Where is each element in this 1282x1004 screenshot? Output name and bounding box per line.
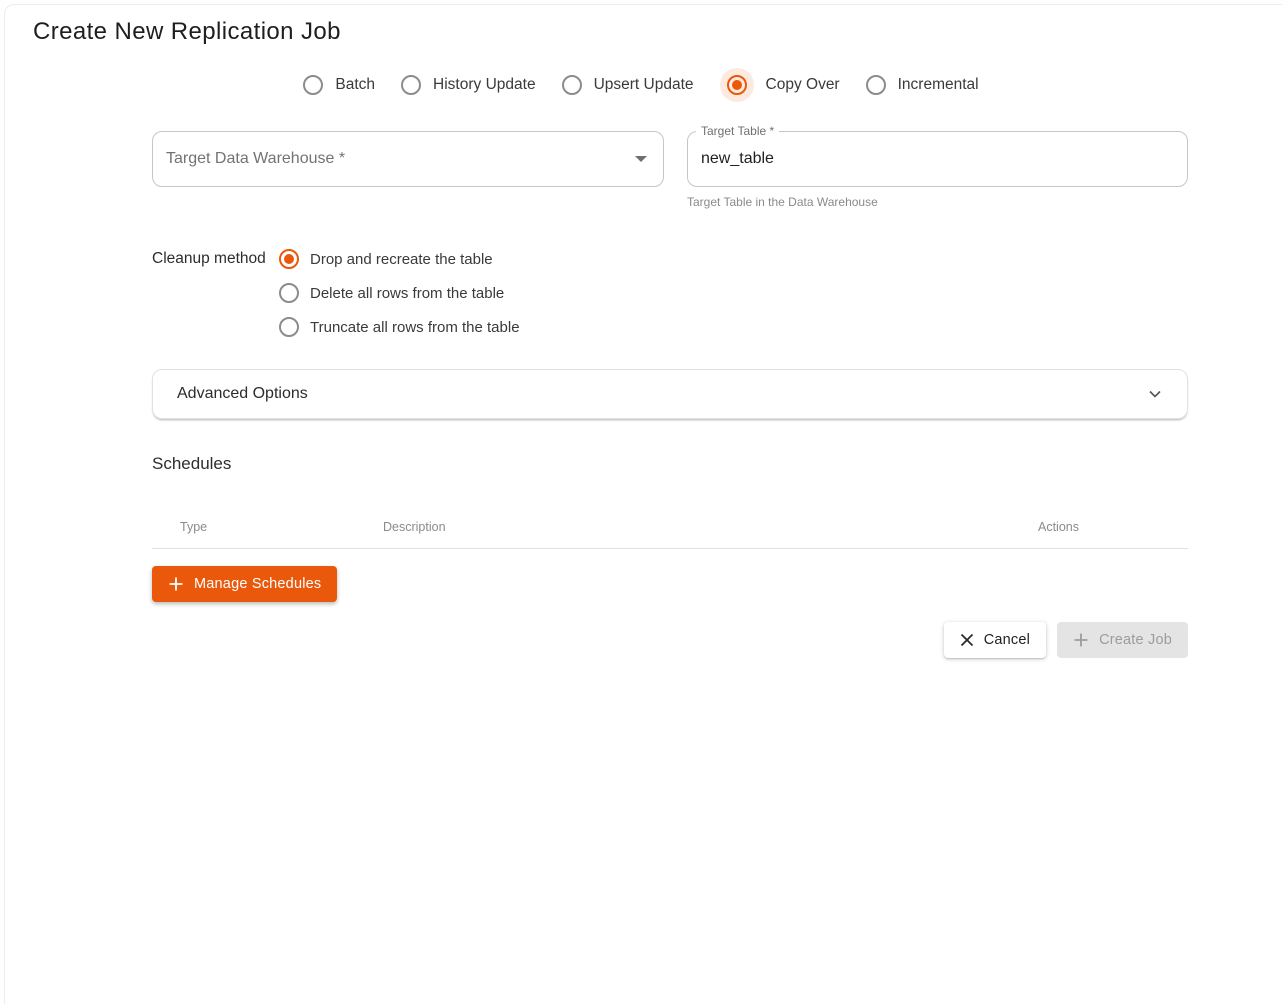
schedules-table: Type Description Actions bbox=[152, 505, 1188, 549]
create-job-label: Create Job bbox=[1099, 632, 1172, 648]
cleanup-method-label: Cleanup method bbox=[152, 249, 279, 337]
radio-icon bbox=[562, 75, 582, 95]
radio-delete-rows[interactable]: Delete all rows from the table bbox=[279, 283, 520, 303]
radio-label: History Update bbox=[433, 76, 536, 94]
cleanup-method-group: Cleanup method Drop and recreate the tab… bbox=[152, 249, 520, 337]
radio-icon bbox=[303, 75, 323, 95]
radio-drop-recreate[interactable]: Drop and recreate the table bbox=[279, 249, 520, 269]
radio-copy-over[interactable]: Copy Over bbox=[720, 68, 840, 102]
radio-label: Drop and recreate the table bbox=[310, 251, 493, 268]
plus-icon bbox=[1073, 632, 1089, 648]
target-table-helper: Target Table in the Data Warehouse bbox=[687, 195, 1188, 209]
manage-schedules-button[interactable]: Manage Schedules bbox=[152, 566, 337, 602]
radio-upsert-update[interactable]: Upsert Update bbox=[562, 75, 694, 95]
select-placeholder: Target Data Warehouse * bbox=[166, 150, 345, 168]
radio-label: Delete all rows from the table bbox=[310, 285, 504, 302]
radio-icon bbox=[279, 249, 299, 269]
column-header-type: Type bbox=[152, 520, 383, 534]
radio-icon bbox=[401, 75, 421, 95]
advanced-options-label: Advanced Options bbox=[177, 385, 308, 403]
chevron-down-icon bbox=[1147, 386, 1163, 402]
radio-icon bbox=[279, 317, 299, 337]
radio-icon bbox=[279, 283, 299, 303]
fields-row: Target Data Warehouse * Target Table * n… bbox=[152, 131, 1188, 209]
radio-incremental[interactable]: Incremental bbox=[866, 75, 979, 95]
target-table-field-wrap: Target Table * new_table Target Table in… bbox=[687, 131, 1188, 209]
advanced-options-accordion[interactable]: Advanced Options bbox=[152, 369, 1188, 419]
cancel-label: Cancel bbox=[984, 632, 1030, 648]
cancel-button[interactable]: Cancel bbox=[944, 622, 1046, 658]
radio-batch[interactable]: Batch bbox=[303, 75, 375, 95]
radio-truncate-rows[interactable]: Truncate all rows from the table bbox=[279, 317, 520, 337]
footer-actions: Cancel Create Job bbox=[944, 622, 1188, 658]
radio-label: Truncate all rows from the table bbox=[310, 319, 520, 336]
schedules-title: Schedules bbox=[152, 454, 231, 474]
radio-icon bbox=[866, 75, 886, 95]
target-table-value: new_table bbox=[701, 150, 774, 168]
job-type-radio-group: Batch History Update Upsert Update Copy … bbox=[0, 65, 1282, 105]
create-job-button[interactable]: Create Job bbox=[1057, 622, 1188, 658]
radio-history-update[interactable]: History Update bbox=[401, 75, 536, 95]
dropdown-caret-icon bbox=[635, 156, 647, 162]
radio-label: Batch bbox=[335, 76, 375, 94]
schedules-table-header: Type Description Actions bbox=[152, 505, 1188, 549]
radio-label: Upsert Update bbox=[594, 76, 694, 94]
target-table-input[interactable]: new_table bbox=[687, 131, 1188, 187]
radio-label: Copy Over bbox=[766, 76, 840, 94]
target-data-warehouse-select[interactable]: Target Data Warehouse * bbox=[152, 131, 664, 187]
radio-label: Incremental bbox=[898, 76, 979, 94]
column-header-description: Description bbox=[383, 520, 1038, 534]
manage-schedules-label: Manage Schedules bbox=[194, 576, 321, 592]
close-icon bbox=[960, 633, 974, 647]
radio-icon bbox=[720, 68, 754, 102]
column-header-actions: Actions bbox=[1038, 520, 1188, 534]
plus-icon bbox=[168, 576, 184, 592]
page-title: Create New Replication Job bbox=[33, 18, 341, 46]
target-table-label: Target Table * bbox=[696, 124, 779, 138]
